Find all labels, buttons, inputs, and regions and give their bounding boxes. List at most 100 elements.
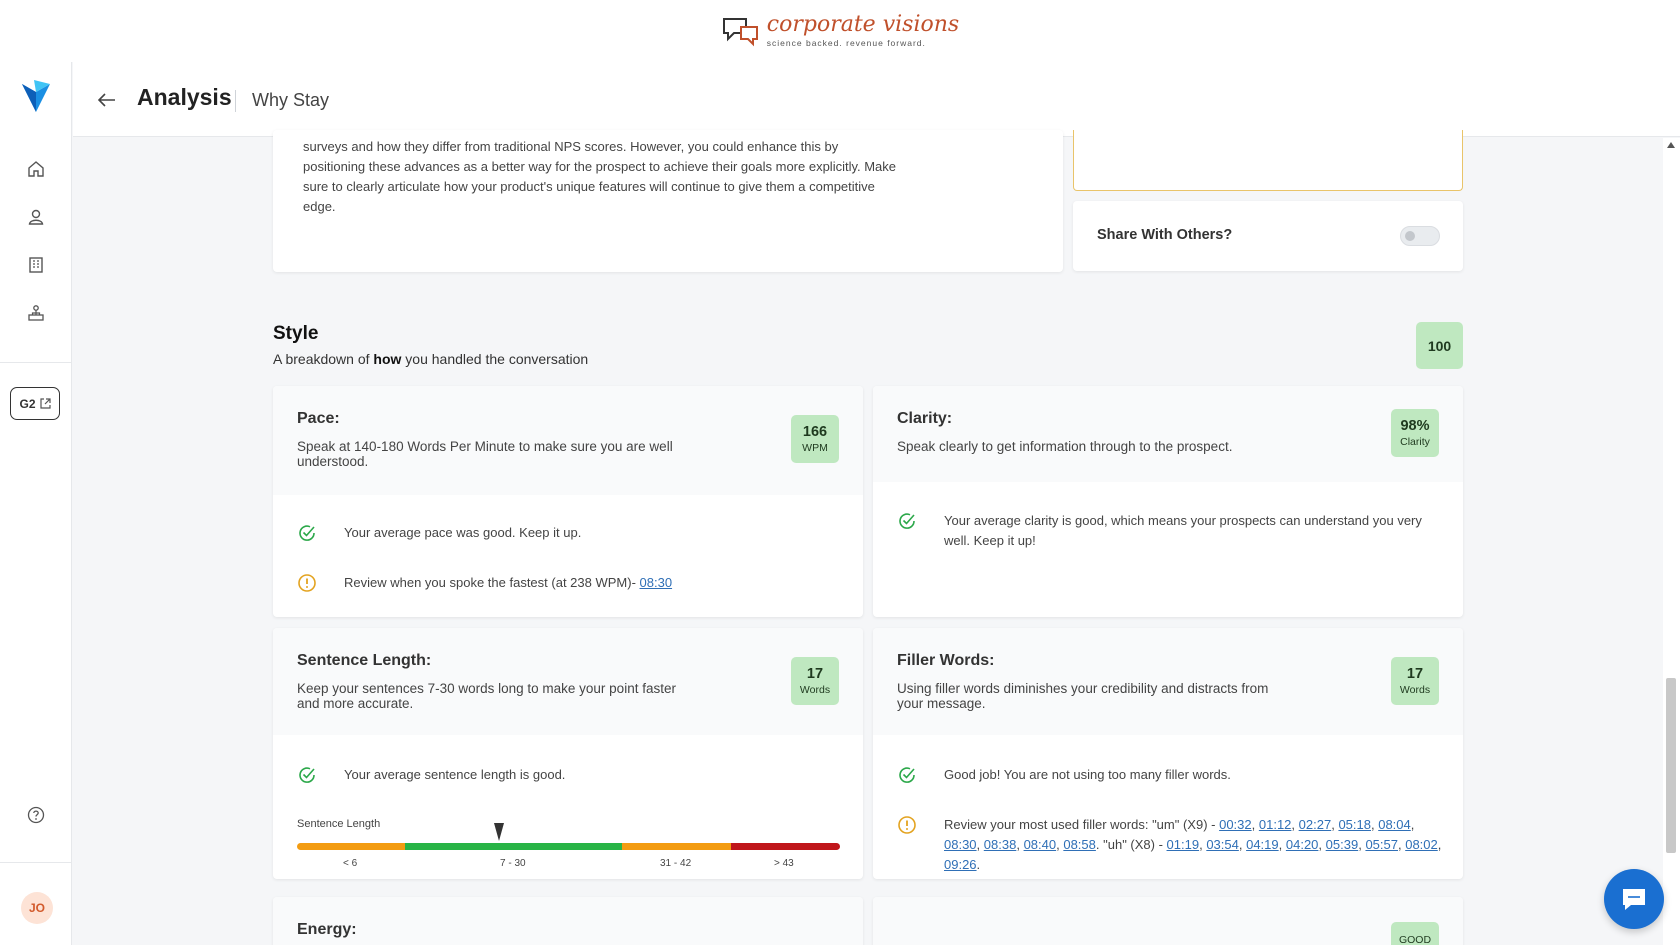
warning-circle-icon: [898, 816, 916, 834]
filler-review-row: Review your most used filler words: "um"…: [944, 817, 1442, 872]
scale-tick-label: 31 - 42: [660, 858, 692, 869]
clarity-badge: 98% Clarity: [1391, 409, 1439, 457]
check-circle-icon: [899, 767, 915, 783]
filler-good-text: Good job! You are not using too many fil…: [944, 767, 1231, 782]
building-icon[interactable]: [24, 253, 48, 277]
sidebar-divider: [0, 362, 72, 363]
g2-link-button[interactable]: G2: [10, 387, 60, 420]
filler-timestamp-link[interactable]: 02:27: [1299, 817, 1332, 832]
filler-timestamp-link[interactable]: 01:19: [1167, 837, 1200, 852]
style-score-badge: 100: [1416, 322, 1463, 369]
toggle-knob: [1405, 231, 1415, 241]
style-subtitle-bold: how: [373, 351, 402, 367]
filler-timestamp-link[interactable]: 08:02: [1405, 837, 1438, 852]
filler-timestamp-link[interactable]: 05:18: [1338, 817, 1371, 832]
pace-card: Pace: Speak at 140-180 Words Per Minute …: [273, 386, 863, 617]
scrollbar[interactable]: [1663, 138, 1680, 945]
energy-card: Energy:: [273, 897, 863, 945]
sentence-unit: Words: [799, 684, 831, 696]
check-circle-icon: [299, 525, 315, 541]
pace-title: Pace:: [297, 410, 340, 427]
sentence-title: Sentence Length:: [297, 652, 432, 669]
sentence-scale-bar: [297, 843, 840, 850]
scale-tick-label: > 43: [774, 858, 794, 869]
check-circle-icon: [899, 513, 915, 529]
filler-timestamp-link[interactable]: 03:54: [1206, 837, 1239, 852]
scale-tick-label: 7 - 30: [500, 858, 526, 869]
clarity-card: Clarity: Speak clearly to get informatio…: [873, 386, 1463, 617]
share-label: Share With Others?: [1097, 227, 1233, 243]
filler-timestamp-link[interactable]: 05:57: [1365, 837, 1398, 852]
filler-desc: Using filler words diminishes your credi…: [897, 681, 1269, 711]
filler-timestamp-link[interactable]: 00:32: [1219, 817, 1252, 832]
filler-timestamp-link[interactable]: 01:12: [1259, 817, 1292, 832]
page-header: Analysis Why Stay: [73, 62, 1680, 137]
pace-badge: 166 WPM: [791, 415, 839, 463]
chat-button[interactable]: [1604, 869, 1664, 929]
energy-badge-text: GOOD: [1398, 934, 1432, 945]
filler-badge: 17 Words: [1391, 657, 1439, 705]
filler-timestamp-link[interactable]: 04:19: [1246, 837, 1279, 852]
chat-bubbles-icon: [722, 18, 758, 47]
help-icon[interactable]: [24, 803, 48, 827]
filler-timestamp-link[interactable]: 04:20: [1286, 837, 1319, 852]
scale-segment-short: [297, 843, 405, 850]
feedback-text: surveys and how they differ from traditi…: [303, 139, 897, 214]
scroll-thumb[interactable]: [1666, 678, 1676, 853]
back-arrow-icon[interactable]: [95, 88, 119, 112]
pace-timestamp-link[interactable]: 08:30: [640, 575, 673, 590]
brand-name: corporate visions: [766, 12, 960, 37]
pace-warn-row: Review when you spoke the fastest (at 23…: [344, 573, 672, 593]
user-icon[interactable]: [24, 205, 48, 229]
energy-right-card: GOOD: [873, 897, 1463, 945]
pace-unit: WPM: [802, 442, 828, 454]
pace-value: 166: [802, 424, 828, 440]
filler-timestamp-link[interactable]: 08:04: [1378, 817, 1411, 832]
chat-icon: [1623, 889, 1645, 910]
sidebar-divider: [0, 862, 72, 863]
app-logo-icon[interactable]: [20, 78, 52, 114]
share-card: Share With Others?: [1073, 201, 1463, 271]
warning-circle-icon: [298, 574, 316, 592]
avatar[interactable]: JO: [21, 892, 53, 924]
feedback-card: surveys and how they differ from traditi…: [273, 130, 1063, 272]
clarity-value: 98%: [1400, 418, 1430, 434]
check-circle-icon: [299, 767, 315, 783]
notes-box: [1073, 130, 1463, 191]
brand-logo: corporate visions science backed. revenu…: [721, 14, 959, 48]
sentence-scale-label: Sentence Length: [297, 818, 381, 830]
energy-badge: GOOD: [1391, 922, 1439, 945]
filler-timestamp-link[interactable]: 08:58: [1063, 837, 1096, 852]
filler-timestamp-link[interactable]: 09:26: [944, 857, 977, 872]
filler-unit: Words: [1399, 684, 1431, 696]
home-icon[interactable]: [24, 157, 48, 181]
clarity-header: [873, 386, 1463, 482]
filler-timestamp-link[interactable]: 08:40: [1024, 837, 1057, 852]
sidebar: G2 JO: [0, 62, 72, 945]
hierarchy-icon[interactable]: [24, 301, 48, 325]
style-subtitle-post: you handled the conversation: [401, 351, 589, 367]
g2-label: G2: [19, 396, 36, 411]
energy-header: [273, 897, 863, 945]
filler-uh-prefix: . "uh" (X8) -: [1095, 837, 1167, 852]
filler-timestamp-link[interactable]: 05:39: [1326, 837, 1359, 852]
filler-review-prefix: Review your most used filler words: "um"…: [944, 817, 1220, 832]
sentence-length-card: Sentence Length: Keep your sentences 7-3…: [273, 628, 863, 879]
filler-timestamp-link[interactable]: 08:38: [984, 837, 1017, 852]
clarity-title: Clarity:: [897, 410, 953, 427]
clarity-good-text: Your average clarity is good, which mean…: [944, 513, 1422, 548]
sentence-badge: 17 Words: [791, 657, 839, 705]
sentence-value: 17: [806, 666, 824, 682]
title-separator: [235, 90, 236, 112]
scroll-up-arrow[interactable]: [1667, 142, 1675, 148]
brand-tagline: science backed. revenue forward.: [766, 38, 926, 48]
scale-segment-too-long: [731, 843, 840, 850]
share-toggle[interactable]: [1400, 226, 1440, 246]
filler-timestamp-link[interactable]: 08:30: [944, 837, 977, 852]
pace-warn-text: Review when you spoke the fastest (at 23…: [344, 575, 640, 590]
style-subtitle-pre: A breakdown of: [273, 351, 374, 367]
scale-tick-label: < 6: [343, 858, 358, 869]
pace-good-text: Your average pace was good. Keep it up.: [344, 525, 582, 540]
style-title: Style: [273, 323, 319, 344]
brand-bar: corporate visions science backed. revenu…: [0, 0, 1680, 62]
